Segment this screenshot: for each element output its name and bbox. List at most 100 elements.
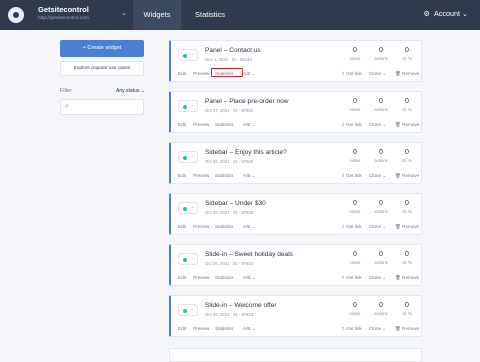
preview-link[interactable]: Preview <box>193 224 209 229</box>
get-link-button[interactable]: ⇪ Get link <box>341 275 362 281</box>
ctr-value: 0 <box>405 251 409 258</box>
clone-dropdown[interactable]: Clone ⌄ <box>369 326 386 332</box>
views-count: 0 <box>353 251 357 258</box>
widget-status-toggle[interactable]: ⌄ <box>178 304 198 316</box>
statistics-link[interactable]: Statistics <box>215 275 233 280</box>
tab-widgets[interactable]: Widgets <box>133 0 181 30</box>
widget-status-toggle[interactable]: ⌄ <box>178 49 198 61</box>
chevron-down-icon: ⌄ <box>190 255 194 260</box>
clone-dropdown[interactable]: Clone ⌄ <box>369 173 386 179</box>
edit-link[interactable]: Edit <box>178 173 186 178</box>
edit-link[interactable]: Edit <box>178 224 186 229</box>
account-menu[interactable]: ⚙ Account ⌄ <box>424 9 468 18</box>
widget-title[interactable]: Panel – Place pre-order now <box>205 98 289 105</box>
widget-card: ⌄ Slide-in – Welcome offer Oct 26, 2021 … <box>169 295 422 337</box>
trash-icon: 🗑 <box>395 275 401 280</box>
widget-title[interactable]: Slide-in – Welcome offer <box>205 302 277 309</box>
widget-id: ID - 98340 <box>231 57 252 62</box>
views-label: views <box>349 107 361 112</box>
account-label: Account <box>433 9 460 18</box>
remove-button[interactable]: 🗑 Remove <box>395 275 419 281</box>
views-stat: 0 views <box>341 47 369 61</box>
ctr-label: ctr % <box>402 56 412 61</box>
remove-button[interactable]: 🗑 Remove <box>395 122 419 128</box>
actions-label: actions <box>374 158 388 163</box>
ctr-stat: 0 ctr % <box>393 251 421 265</box>
widget-title[interactable]: Panel – Contact us <box>205 47 261 54</box>
statistics-link[interactable]: Statistics <box>215 122 233 127</box>
logo-icon[interactable] <box>8 7 24 23</box>
widget-date: Oct 26, 2021 <box>205 261 230 266</box>
get-link-button[interactable]: ⇪ Get link <box>341 173 362 179</box>
ab-test-dropdown[interactable]: A/B ⌄ <box>243 326 256 332</box>
share-icon: ⇪ <box>341 275 345 280</box>
remove-button[interactable]: 🗑 Remove <box>395 224 419 230</box>
edit-link[interactable]: Edit <box>178 326 186 331</box>
search-input[interactable]: ⌕ <box>60 99 144 115</box>
remove-button[interactable]: 🗑 Remove <box>395 326 419 332</box>
preview-link[interactable]: Preview <box>193 173 209 178</box>
widget-title[interactable]: Sidebar – Enjoy this article? <box>205 149 287 156</box>
preview-link[interactable]: Preview <box>193 71 209 76</box>
ctr-stat: 0 ctr % <box>393 200 421 214</box>
actions-label: actions <box>374 311 388 316</box>
clone-dropdown[interactable]: Clone ⌄ <box>369 122 386 128</box>
remove-button[interactable]: 🗑 Remove <box>395 71 419 77</box>
get-link-button[interactable]: ⇪ Get link <box>341 224 362 230</box>
clone-dropdown[interactable]: Clone ⌄ <box>369 71 386 77</box>
get-link-button[interactable]: ⇪ Get link <box>341 122 362 128</box>
views-count: 0 <box>353 47 357 54</box>
preview-link[interactable]: Preview <box>193 275 209 280</box>
clone-dropdown[interactable]: Clone ⌄ <box>369 224 386 230</box>
get-link-label: Get link <box>346 275 362 280</box>
ab-test-dropdown[interactable]: A/B ⌄ <box>243 173 256 179</box>
ctr-label: ctr % <box>402 311 412 316</box>
trash-icon: 🗑 <box>395 71 401 76</box>
ab-test-dropdown[interactable]: A/B ⌄ <box>243 224 256 230</box>
status-dot-icon <box>183 156 187 160</box>
site-name[interactable]: Getsitecontrol <box>38 5 89 14</box>
top-bar: Getsitecontrol http://getsitecontrol.com… <box>0 0 480 30</box>
edit-link[interactable]: Edit <box>178 275 186 280</box>
widget-status-toggle[interactable]: ⌄ <box>178 151 198 163</box>
get-link-label: Get link <box>346 71 362 76</box>
actions-label: actions <box>374 107 388 112</box>
actions-count: 0 <box>379 98 383 105</box>
remove-label: Remove <box>402 122 420 127</box>
statistics-link[interactable]: Statistics <box>215 224 233 229</box>
statistics-link[interactable]: Statistics <box>215 173 233 178</box>
get-link-button[interactable]: ⇪ Get link <box>341 326 362 332</box>
views-count: 0 <box>353 98 357 105</box>
preview-link[interactable]: Preview <box>193 122 209 127</box>
edit-link[interactable]: Edit <box>178 122 186 127</box>
views-stat: 0 views <box>341 98 369 112</box>
tab-statistics[interactable]: Statistics <box>183 0 237 30</box>
views-stat: 0 views <box>341 251 369 265</box>
widget-meta: Oct 27, 2021 ID - 97942 <box>205 108 253 113</box>
chevron-down-icon[interactable]: ⌄ <box>121 9 127 17</box>
ab-test-dropdown[interactable]: A/B ⌄ <box>243 122 256 128</box>
ctr-value: 0 <box>405 98 409 105</box>
status-filter-dropdown[interactable]: Any status ⌄ <box>116 88 145 94</box>
widget-date: Oct 26, 2021 <box>205 159 230 164</box>
create-widget-button[interactable]: + Create widget <box>60 40 144 57</box>
ab-test-dropdown[interactable]: A/B ⌄ <box>243 275 256 281</box>
widget-status-toggle[interactable]: ⌄ <box>178 202 198 214</box>
remove-label: Remove <box>402 224 420 229</box>
ctr-value: 0 <box>405 149 409 156</box>
widget-title[interactable]: Sidebar – Under $30 <box>205 200 266 207</box>
remove-button[interactable]: 🗑 Remove <box>395 173 419 179</box>
remove-label: Remove <box>402 275 420 280</box>
ab-test-dropdown[interactable]: A/B ⌄ <box>243 71 256 77</box>
share-icon: ⇪ <box>341 326 345 331</box>
edit-link[interactable]: Edit <box>178 71 186 76</box>
preview-link[interactable]: Preview <box>193 326 209 331</box>
widget-date: Oct 26, 2021 <box>205 312 230 317</box>
widget-status-toggle[interactable]: ⌄ <box>178 253 198 265</box>
clone-dropdown[interactable]: Clone ⌄ <box>369 275 386 281</box>
widget-status-toggle[interactable]: ⌄ <box>178 100 198 112</box>
statistics-link[interactable]: Statistics <box>215 326 233 331</box>
get-link-button[interactable]: ⇪ Get link <box>341 71 362 77</box>
widget-title[interactable]: Slide-in – Sweet holiday deals <box>205 251 293 258</box>
explore-use-cases-button[interactable]: Explore popular use cases <box>60 61 144 76</box>
